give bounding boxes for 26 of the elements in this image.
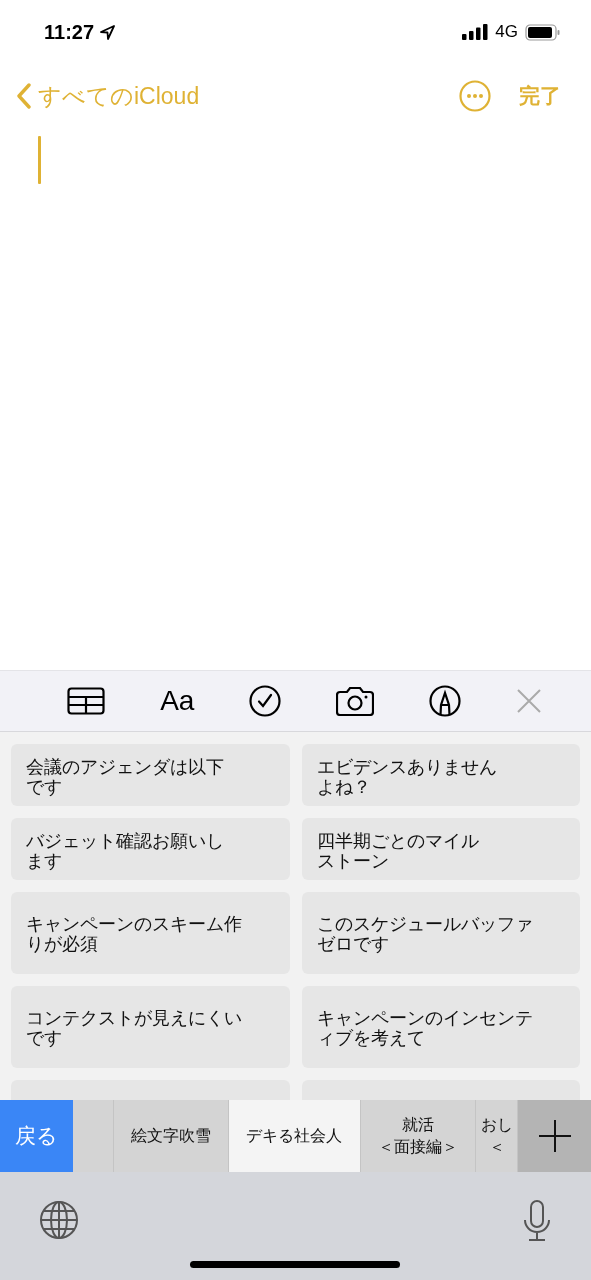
back-key[interactable]: 戻る	[0, 1100, 73, 1172]
format-button[interactable]: Aa	[160, 685, 195, 717]
text-cursor	[38, 136, 41, 184]
signal-icon	[462, 24, 489, 40]
phrase-card[interactable]: エビデンスありません よね？	[301, 744, 580, 806]
globe-icon[interactable]	[39, 1200, 79, 1240]
phrase-card[interactable]: バジェット確認お願いし ます	[11, 818, 290, 880]
chevron-icon	[16, 83, 32, 109]
battery-icon	[525, 23, 561, 41]
phrase-card[interactable]: キャンペーンのスキーム作 りが必須	[11, 892, 290, 974]
phrase-card[interactable]: キャンペーンのインセンテ ィブを考えて	[301, 986, 580, 1068]
network-label: 4G	[495, 22, 518, 42]
microphone-icon[interactable]	[523, 1200, 551, 1242]
add-button[interactable]	[518, 1100, 591, 1172]
phrase-card[interactable]: このスケジュールバッファ ゼロです	[301, 892, 580, 974]
category-tab[interactable]: デキる社会人	[229, 1100, 361, 1172]
phrase-card[interactable]: コンテクストが見えにくい です	[11, 986, 290, 1068]
pen-icon[interactable]	[428, 685, 461, 717]
checklist-icon[interactable]	[249, 685, 282, 717]
plus-icon	[537, 1119, 572, 1153]
camera-icon[interactable]	[336, 686, 374, 716]
table-icon[interactable]	[67, 687, 106, 715]
status-time: 11:27	[44, 20, 95, 44]
phrase-card[interactable]: 会議のアジェンダは以下 です	[11, 744, 290, 806]
phrase-card[interactable]: 四半期ごとのマイル ストーン	[301, 818, 580, 880]
location-arrow-icon	[100, 24, 116, 40]
